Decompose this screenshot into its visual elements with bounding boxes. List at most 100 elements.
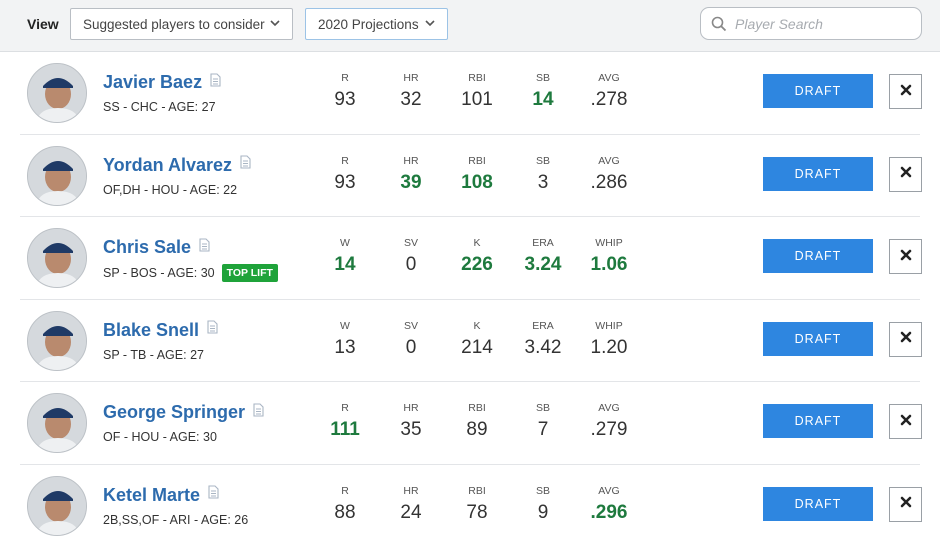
stat-2: HR 35 [381,402,441,441]
stat-label: ERA [532,319,554,332]
stat-value: 0 [405,254,417,275]
stat-2: HR 32 [381,72,441,111]
stat-1: W 14 [315,237,375,276]
stat-5: WHIP 1.20 [579,320,639,359]
projection-select[interactable]: 2020 Projections [305,8,448,40]
stat-value: .279 [590,419,628,440]
stat-label: RBI [468,154,486,167]
player-name-link[interactable]: Chris Sale [103,237,191,257]
stat-3: RBI 89 [447,402,507,441]
stat-value: 214 [461,336,493,358]
stat-1: R 111 [315,402,375,441]
document-icon[interactable] [253,401,264,422]
player-meta-text: OF - HOU - AGE: 30 [103,430,217,444]
player-name-block: Javier Baez [103,72,221,94]
stat-label: SB [535,402,550,414]
draft-button[interactable]: DRAFT [763,239,873,273]
stat-3: RBI 108 [447,155,507,194]
stat-label: ERA [532,237,554,249]
remove-button[interactable] [889,239,922,274]
stat-4: SB 14 [513,72,573,111]
player-meta: OF,DH - HOU - AGE: 22 [103,183,237,197]
player-meta-text: SP - BOS - AGE: 30 [103,266,215,280]
player-avatar [27,228,87,288]
search-icon [711,16,727,37]
projection-select-value: 2020 Projections [318,16,419,32]
remove-button[interactable] [889,404,922,439]
document-icon[interactable] [199,236,210,257]
stat-value: 14 [532,89,554,110]
stat-2: SV 0 [381,320,441,359]
stat-5: AVG .286 [579,155,639,194]
player-meta-text: OF,DH - HOU - AGE: 22 [103,182,238,197]
remove-button[interactable] [889,486,922,522]
stat-value: 1.20 [590,336,628,358]
stat-label: K [473,237,481,249]
close-icon [900,330,912,348]
stat-value: 14 [334,254,356,275]
close-icon [900,83,912,101]
stat-value: .278 [590,89,628,110]
draft-button[interactable]: DRAFT [763,486,873,521]
player-row: Blake Snell SP - TB - AGE: 27 W 13 SV 0 K 2… [0,300,940,382]
player-meta-text: SS - CHC - AGE: 27 [103,100,216,114]
player-row: George Springer OF - HOU - AGE: 30 R 111 … [0,382,940,465]
player-meta: SP - TB - AGE: 27 [103,348,204,362]
stat-label: AVG [598,402,620,414]
player-avatar [27,475,87,536]
player-meta: SS - CHC - AGE: 27 [103,100,216,114]
stat-value: 3 [537,171,549,193]
chevron-down-icon [425,19,435,30]
player-list: Javier Baez SS - CHC - AGE: 27 R 93 HR 32 … [0,52,940,540]
player-meta: OF - HOU - AGE: 30 [103,430,217,444]
stat-value: 7 [537,419,549,440]
player-name-link[interactable]: Blake Snell [103,320,199,340]
stat-3: K 214 [447,320,507,359]
player-name-link[interactable]: George Springer [103,402,245,422]
document-icon[interactable] [210,71,221,92]
remove-button[interactable] [889,321,922,357]
view-label: View [27,16,59,32]
stat-label: WHIP [595,237,623,249]
player-avatar [27,145,87,206]
stat-label: R [341,484,349,497]
view-select[interactable]: Suggested players to consider [70,8,293,40]
search-input[interactable] [735,14,915,34]
stat-value: 226 [461,254,493,275]
document-icon[interactable] [208,483,219,504]
draft-button[interactable]: DRAFT [763,404,873,438]
draft-button[interactable]: DRAFT [763,74,873,108]
stat-3: RBI 78 [447,485,507,524]
stat-label: AVG [598,484,620,497]
remove-button[interactable] [889,156,922,192]
stat-label: SV [403,237,418,249]
stat-value: 35 [400,419,422,440]
view-select-value: Suggested players to consider [83,16,265,32]
player-name-block: Blake Snell [103,320,218,342]
stat-value: 93 [334,89,356,110]
document-icon[interactable] [240,153,251,174]
stat-3: K 226 [447,237,507,276]
stat-value: 101 [461,89,493,110]
player-name-block: Chris Sale [103,237,210,259]
player-row: Yordan Alvarez OF,DH - HOU - AGE: 22 R 93… [0,135,940,217]
draft-button[interactable]: DRAFT [763,156,873,191]
player-row: Chris Sale SP - BOS - AGE: 30 TOP LIFT W 1… [0,217,940,300]
player-name-link[interactable]: Yordan Alvarez [103,155,232,175]
document-icon[interactable] [207,318,218,339]
player-name-block: Ketel Marte [103,485,219,507]
stat-4: SB 3 [513,155,573,194]
player-name-link[interactable]: Javier Baez [103,72,202,92]
remove-button[interactable] [889,74,922,109]
player-name-link[interactable]: Ketel Marte [103,485,200,505]
draft-button[interactable]: DRAFT [763,321,873,356]
player-search[interactable] [700,7,922,40]
stat-label: SB [535,154,550,167]
stat-5: AVG .279 [579,402,639,441]
stat-label: SB [535,484,550,497]
player-avatar [27,393,87,453]
stat-label: R [341,402,349,414]
toolbar: View Suggested players to consider 2020 … [0,0,940,52]
close-icon [900,495,912,513]
player-meta: SP - BOS - AGE: 30 TOP LIFT [103,264,278,283]
